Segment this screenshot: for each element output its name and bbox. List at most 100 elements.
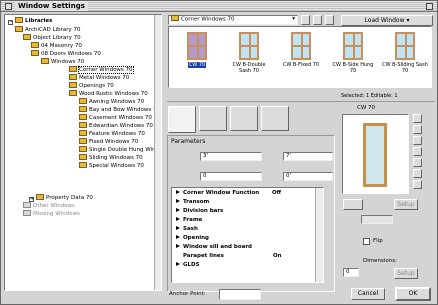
sill-height-field[interactable]: 0 <box>200 172 262 181</box>
thumbnail-item[interactable]: CW B-Side Hung 70 <box>329 30 377 86</box>
parameter-row[interactable]: Opening <box>172 234 209 243</box>
folder-icon <box>23 201 31 208</box>
folder-icon <box>79 121 87 128</box>
parameter-row[interactable]: Frame <box>172 216 202 225</box>
tree-item[interactable]: Special Windows 70 <box>79 161 144 171</box>
parameter-list-scrollbar[interactable] <box>315 188 323 282</box>
tree-scrollbar[interactable] <box>154 15 161 290</box>
flip-label: Flip <box>373 238 383 244</box>
title-bar[interactable]: Window Settings <box>1 1 437 12</box>
library-tree[interactable]: − Libraries ArchiCAD Library 70 Object Li… <box>4 14 162 291</box>
preview-view-button[interactable] <box>413 169 422 178</box>
opening-orientation-button[interactable] <box>343 199 363 210</box>
chevron-down-icon: ▾ <box>406 17 410 24</box>
view-list-button[interactable] <box>313 15 322 25</box>
zoom-box-icon[interactable] <box>426 3 433 10</box>
parameter-row[interactable]: Parapet lines On <box>183 252 282 261</box>
preview-title: CW 70 <box>357 105 376 111</box>
tab-listing[interactable] <box>261 106 289 131</box>
parameter-row[interactable]: Sash <box>172 225 198 234</box>
window-icon <box>343 32 363 60</box>
parameter-row[interactable]: Window sill and board <box>172 243 252 252</box>
expand-triangle-icon <box>176 235 180 239</box>
window-icon <box>187 32 207 60</box>
folder-icon <box>171 15 179 21</box>
expand-triangle-icon <box>176 199 180 203</box>
parameter-list[interactable]: Corner Window Function Off Transom Divisi… <box>171 187 324 283</box>
folder-icon <box>41 57 49 64</box>
expand-triangle-icon <box>176 190 180 194</box>
height-icon <box>264 150 280 164</box>
dimensions-field[interactable]: 0 <box>343 268 359 277</box>
divider <box>167 101 435 102</box>
window-title: Window Settings <box>15 2 88 11</box>
parameter-row[interactable]: Corner Window Function Off <box>172 189 281 198</box>
anchor-point-control[interactable] <box>219 289 261 300</box>
cancel-button[interactable]: Cancel <box>351 288 385 300</box>
parameter-row[interactable]: Division bars <box>172 207 223 216</box>
folder-icon <box>23 33 31 40</box>
preview-view-button[interactable] <box>413 147 422 156</box>
folder-icon <box>15 25 23 32</box>
window-preview-icon <box>363 123 387 187</box>
folder-icon <box>69 81 77 88</box>
tree-item[interactable]: Missing Windows <box>23 209 80 219</box>
thumbnail-grid: CW 70 CW B-Double Sash 70 CW B-Fixed 70 … <box>168 26 432 88</box>
flip-checkbox[interactable] <box>363 238 370 245</box>
folder-icon <box>79 153 87 160</box>
dimensions-setup-button[interactable]: Setup <box>394 268 418 279</box>
preview-view-button[interactable] <box>413 125 422 134</box>
parameter-row[interactable]: Transom <box>172 198 209 207</box>
view-details-button[interactable] <box>325 15 334 25</box>
folder-icon <box>31 49 39 56</box>
load-window-button[interactable]: Load Window ▾ <box>341 15 433 26</box>
folder-icon <box>79 145 87 152</box>
anchor-point-label: Anchor Point: <box>169 291 206 297</box>
tab-model[interactable] <box>230 106 258 131</box>
view-icons-button[interactable] <box>301 15 310 25</box>
thumbnail-item[interactable]: CW B-Double Sash 70 <box>225 30 273 86</box>
expand-triangle-icon <box>176 208 180 212</box>
flip-icon <box>347 234 359 244</box>
tab-floor-plan[interactable] <box>168 106 196 133</box>
folder-icon <box>36 193 44 200</box>
width-icon <box>171 150 195 164</box>
folder-icon <box>79 105 87 112</box>
preview-pane <box>342 114 409 194</box>
window-icon <box>239 32 259 60</box>
folder-icon <box>23 209 31 216</box>
ok-button[interactable]: OK <box>395 287 431 301</box>
folder-icon <box>79 161 87 168</box>
offset-field[interactable] <box>361 215 393 224</box>
expand-triangle-icon <box>176 262 180 266</box>
thumbnail-item[interactable]: CW B-Fixed 70 <box>277 30 325 86</box>
folder-icon <box>69 65 77 72</box>
window-settings-dialog: Window Settings − Libraries ArchiCAD Libr… <box>0 0 438 305</box>
folder-icon <box>31 41 39 48</box>
parameters-header: Parameters <box>171 138 206 145</box>
height-field[interactable]: 7' <box>283 152 333 161</box>
folder-icon <box>79 113 87 120</box>
preview-view-button[interactable] <box>413 180 422 189</box>
elevation-field[interactable]: 0' <box>283 172 333 181</box>
window-icon <box>291 32 311 60</box>
parameter-row[interactable]: GLDS <box>172 261 200 270</box>
tab-section[interactable] <box>199 106 227 131</box>
expand-triangle-icon <box>176 244 180 248</box>
window-icon <box>395 32 415 60</box>
selection-status: Selected: 1 Editable: 1 <box>341 93 398 99</box>
thumbnail-item[interactable]: CW 70 <box>173 30 221 86</box>
close-box-icon[interactable] <box>5 3 12 10</box>
setup-button[interactable]: Setup <box>394 199 418 210</box>
preview-view-button[interactable] <box>413 114 422 123</box>
preview-view-button[interactable] <box>413 136 422 145</box>
folder-icon <box>69 73 77 80</box>
dimensions-label: Dimensions: <box>363 258 397 264</box>
folder-icon <box>79 129 87 136</box>
library-folder-select[interactable]: Corner Windows 70 ▾ <box>168 15 298 25</box>
width-field[interactable]: 3' <box>200 152 262 161</box>
expand-triangle-icon <box>176 226 180 230</box>
preview-view-button[interactable] <box>413 158 422 167</box>
thumbnail-item[interactable]: CW B-Sliding Sash 70 <box>381 30 429 86</box>
folder-icon <box>79 137 87 144</box>
